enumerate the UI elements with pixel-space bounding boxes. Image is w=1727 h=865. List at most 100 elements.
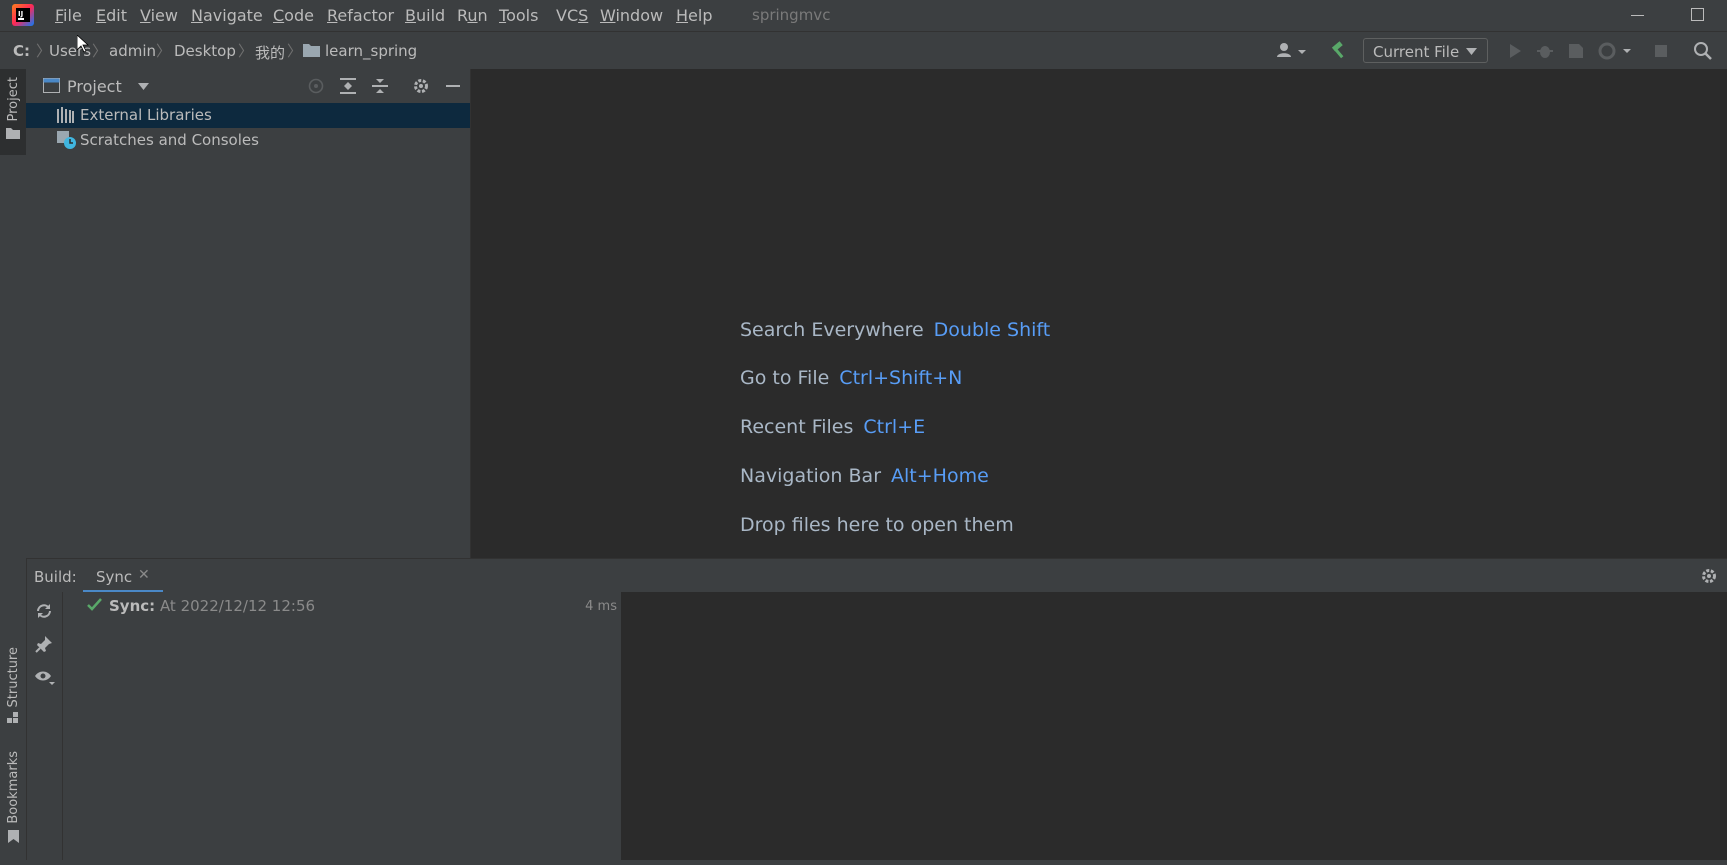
locate-file-icon[interactable] xyxy=(307,77,325,95)
chevron-down-icon xyxy=(1466,48,1477,55)
debug-icon[interactable] xyxy=(1535,41,1555,61)
hint-text: Go to File xyxy=(740,367,830,389)
sync-status-label: Sync: xyxy=(109,597,156,615)
breadcrumb-admin[interactable]: admin xyxy=(109,42,156,60)
run-configuration-label: Current File xyxy=(1373,43,1460,61)
gear-icon[interactable] xyxy=(412,77,430,95)
tree-item-label: External Libraries xyxy=(80,106,212,124)
scratches-icon xyxy=(57,131,77,149)
mouse-cursor-icon xyxy=(77,35,89,53)
bookmark-icon xyxy=(7,829,19,843)
tab-sync[interactable]: Sync ✕ xyxy=(83,559,163,593)
gear-icon[interactable] xyxy=(1700,567,1718,585)
project-panel-header: Project xyxy=(26,69,470,103)
menu-item[interactable]: Refactor xyxy=(327,6,394,25)
build-output-console[interactable] xyxy=(621,592,1727,860)
chevron-down-icon[interactable] xyxy=(138,83,149,90)
hint-shortcut: Ctrl+Shift+N xyxy=(839,367,963,389)
hint-shortcut: Alt+Home xyxy=(891,465,989,487)
pin-icon[interactable] xyxy=(35,635,53,653)
menu-item-mnemonic: F xyxy=(55,6,64,25)
menu-item-mnemonic: S xyxy=(578,6,589,25)
project-view-icon xyxy=(43,78,60,93)
breadcrumb-desktop[interactable]: Desktop xyxy=(174,42,236,60)
minimize-button[interactable] xyxy=(1631,15,1644,16)
hint-text: Search Everywhere xyxy=(740,319,924,341)
build-hammer-icon[interactable] xyxy=(1329,41,1349,61)
window-title: springmvc xyxy=(752,6,831,24)
intellij-logo-icon: IJ xyxy=(12,4,34,26)
menu-item[interactable]: VCS xyxy=(556,6,588,25)
collapse-all-icon[interactable] xyxy=(371,77,389,95)
menu-item-text: n xyxy=(477,6,488,25)
menu-item[interactable]: View xyxy=(140,6,178,25)
menu-item-mnemonic: E xyxy=(96,6,107,25)
svg-text:IJ: IJ xyxy=(18,10,23,18)
tab-sync-label: Sync xyxy=(96,568,133,586)
project-panel-title[interactable]: Project xyxy=(67,77,122,96)
stop-icon[interactable] xyxy=(1651,41,1671,61)
hint-text: Navigation Bar xyxy=(740,465,882,487)
menu-item-text: efactor xyxy=(337,6,395,25)
editor-area[interactable]: Search Everywhere Double Shift Go to File… xyxy=(471,69,1727,558)
menu-item[interactable]: Run xyxy=(457,6,488,25)
breadcrumb-learn-spring[interactable]: learn_spring xyxy=(325,42,417,60)
breadcrumb-wode[interactable]: 我的 xyxy=(255,42,285,63)
build-panel-header: Build: Sync ✕ xyxy=(27,558,1727,593)
menu-item-text: VC xyxy=(556,6,579,25)
menu-item-text: ode xyxy=(284,6,314,25)
run-icon[interactable] xyxy=(1505,41,1525,61)
folder-icon xyxy=(6,127,20,140)
menu-item-text: avigate xyxy=(202,6,263,25)
tab-bookmarks[interactable]: Bookmarks xyxy=(0,751,26,849)
tab-structure[interactable]: Structure xyxy=(0,647,26,727)
maximize-button[interactable] xyxy=(1691,8,1704,21)
tree-item-label: Scratches and Consoles xyxy=(80,131,259,149)
hint-text: Recent Files xyxy=(740,416,854,438)
menu-item-mnemonic: B xyxy=(405,6,416,25)
checkmark-icon xyxy=(87,598,103,612)
hint-navigation-bar: Navigation Bar Alt+Home xyxy=(740,465,989,487)
expand-all-icon[interactable] xyxy=(339,77,357,95)
account-icon[interactable] xyxy=(1276,41,1306,61)
folder-icon xyxy=(303,43,320,57)
hint-shortcut: Double Shift xyxy=(933,319,1051,341)
run-configuration-dropdown[interactable]: Current File xyxy=(1363,38,1488,63)
menu-item[interactable]: Help xyxy=(676,6,712,25)
menu-item-mnemonic: W xyxy=(600,6,616,25)
search-icon[interactable] xyxy=(1693,41,1713,61)
menu-item[interactable]: Build xyxy=(405,6,445,25)
hint-recent-files: Recent Files Ctrl+E xyxy=(740,416,925,438)
build-panel-title: Build: xyxy=(34,568,77,586)
breadcrumb-drive[interactable]: C: xyxy=(13,42,30,60)
hint-go-to-file: Go to File Ctrl+Shift+N xyxy=(740,367,962,389)
tab-project[interactable]: Project xyxy=(0,69,26,155)
navigation-bar: C: 〉 Users 〉 admin 〉 Desktop 〉 我的 〉 lear… xyxy=(0,31,1727,70)
project-panel: Project External Libraries Scratches and… xyxy=(26,69,471,558)
breadcrumb-separator: 〉 xyxy=(238,42,254,60)
menu-item-text: ile xyxy=(63,6,82,25)
profile-icon[interactable] xyxy=(1598,41,1631,61)
menu-item[interactable]: Tools xyxy=(499,6,538,25)
menu-item-text: R xyxy=(457,6,468,25)
menu-item[interactable]: Code xyxy=(273,6,314,25)
close-icon[interactable]: ✕ xyxy=(138,567,150,583)
build-tree: Sync: At 2022/12/12 12:56 4 ms xyxy=(63,592,621,860)
hide-panel-icon[interactable] xyxy=(446,85,460,87)
refresh-icon[interactable] xyxy=(35,602,53,620)
build-sync-row[interactable]: Sync: At 2022/12/12 12:56 xyxy=(87,597,315,615)
menu-item-mnemonic: u xyxy=(467,6,478,25)
menu-item[interactable]: File xyxy=(55,6,82,25)
eye-icon[interactable] xyxy=(34,668,56,686)
tree-item-external-libraries[interactable]: External Libraries xyxy=(26,103,470,128)
hint-text: Drop files here to open them xyxy=(740,514,1014,536)
coverage-icon[interactable] xyxy=(1566,41,1586,61)
breadcrumb-separator: 〉 xyxy=(287,42,303,60)
menu-item[interactable]: Edit xyxy=(96,6,127,25)
menu-item-text: ools xyxy=(506,6,539,25)
library-icon xyxy=(57,107,75,123)
menu-item[interactable]: Navigate xyxy=(191,6,263,25)
sync-duration: 4 ms xyxy=(585,599,617,614)
tree-item-scratches-and-consoles[interactable]: Scratches and Consoles xyxy=(26,128,470,153)
menu-item[interactable]: Window xyxy=(600,6,663,25)
